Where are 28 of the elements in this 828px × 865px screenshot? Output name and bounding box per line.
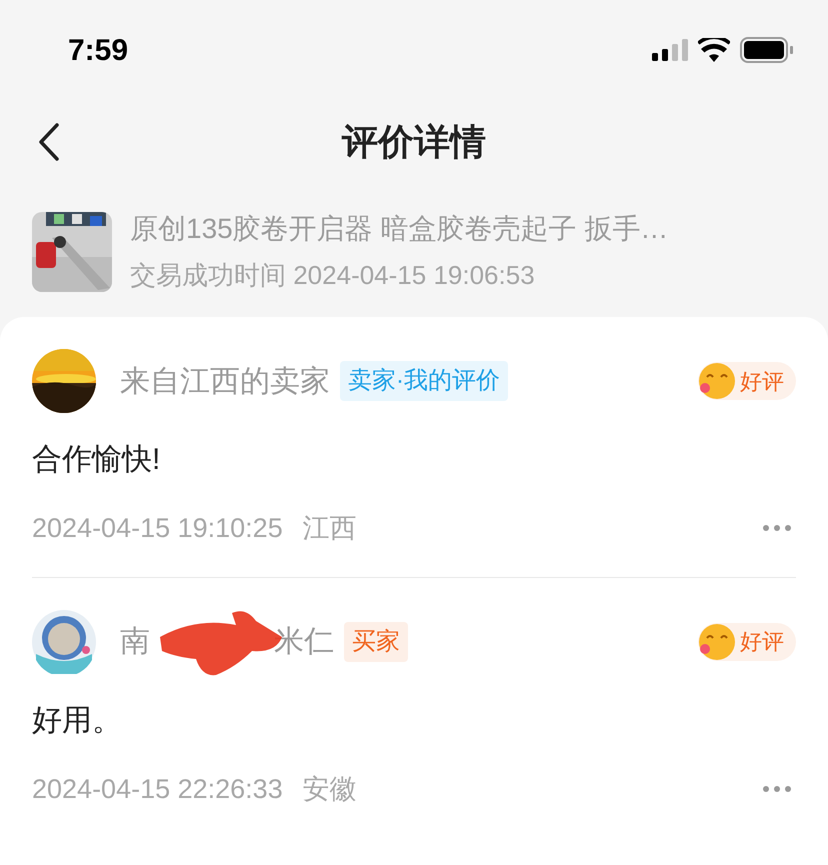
avatar-icon (32, 610, 96, 674)
signal-icon (652, 39, 688, 61)
review-text: 合作愉快! (32, 442, 162, 478)
battery-icon (740, 37, 794, 63)
smiley-icon (698, 362, 736, 400)
trade-time: 交易成功时间 2024-04-15 19:06:53 (130, 259, 536, 292)
page-title: 评价详情 (342, 120, 486, 164)
user-name[interactable]: 南 (120, 619, 150, 664)
wifi-icon (698, 38, 730, 62)
role-tag: 卖家·我的评价 (340, 361, 508, 401)
smiley-icon (698, 622, 736, 660)
more-icon (762, 524, 792, 532)
review-time: 2024-04-15 19:10:25 (32, 512, 283, 545)
more-icon (762, 784, 792, 793)
rating-badge: 好评 (698, 362, 796, 400)
review-text: 好用。 (32, 702, 123, 738)
more-button[interactable] (762, 524, 792, 532)
rating-badge: 好评 (698, 622, 796, 660)
review-region: 安徽 (302, 772, 357, 806)
product-title[interactable]: 原创135胶卷开启器 暗盒胶卷壳起子 扳手… (130, 208, 668, 250)
user-name[interactable]: 米仁 (274, 619, 334, 664)
status-time: 7:59 (68, 32, 128, 68)
user-name[interactable]: 来自江西的卖家 (120, 358, 330, 404)
back-icon (38, 123, 60, 161)
more-button[interactable] (762, 784, 792, 793)
review-time: 2024-04-15 22:26:33 (32, 772, 283, 806)
role-tag: 买家 (344, 622, 408, 662)
review-region: 江西 (302, 512, 357, 545)
